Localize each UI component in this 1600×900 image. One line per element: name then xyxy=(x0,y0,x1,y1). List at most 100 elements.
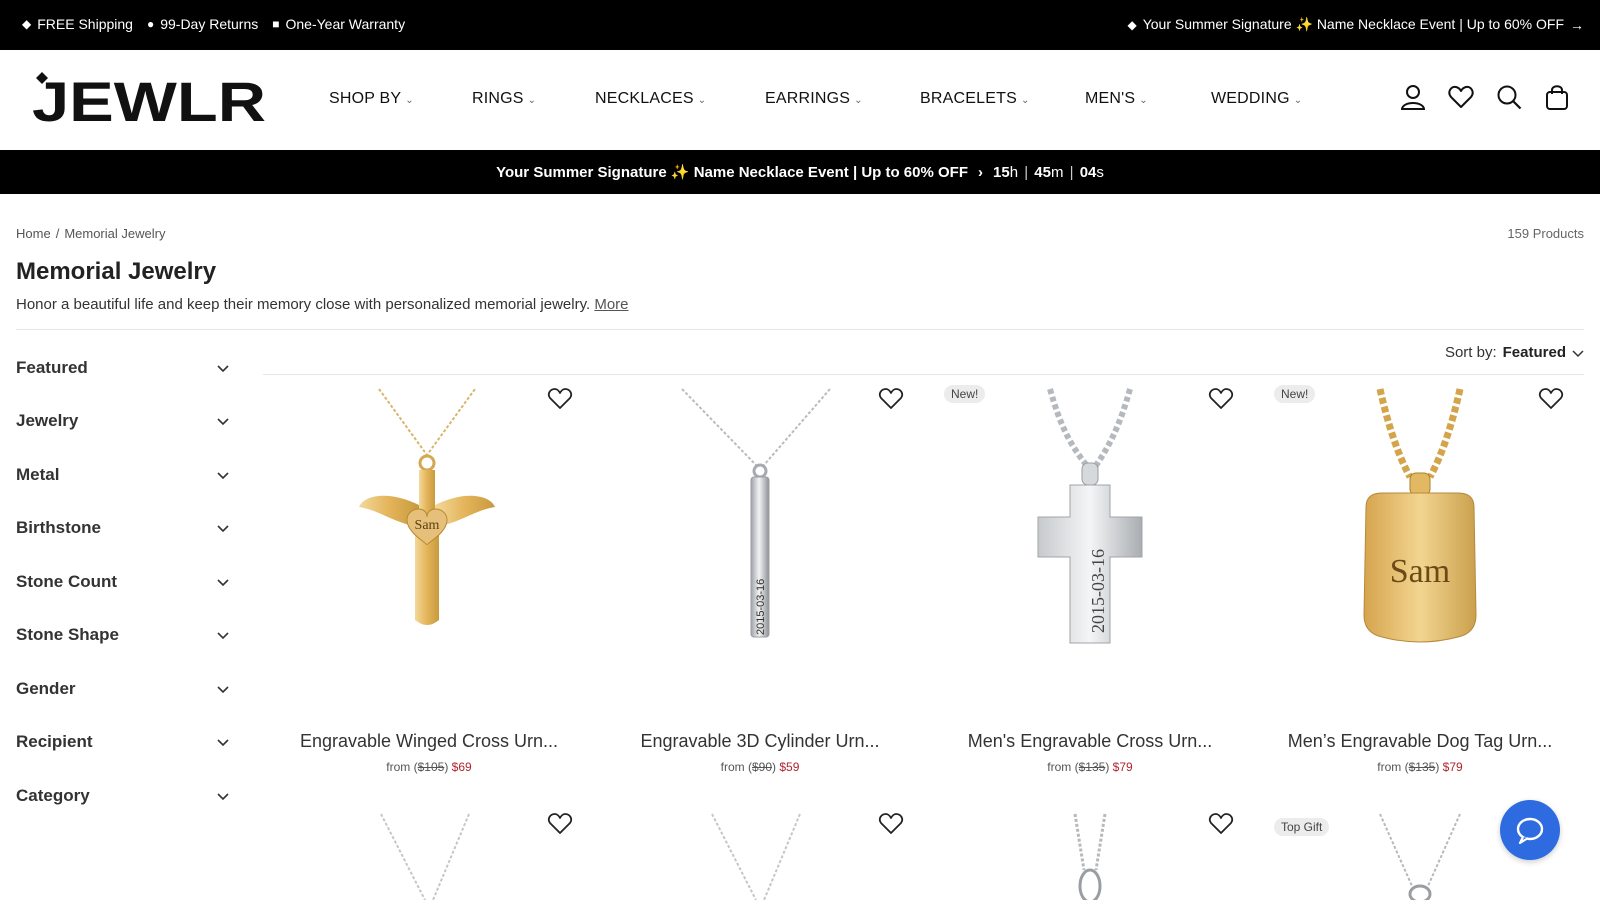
price-from: from ( xyxy=(1377,760,1409,774)
wishlist-icon[interactable] xyxy=(1448,83,1474,111)
product-name[interactable]: Engravable 3D Cylinder Urn... xyxy=(600,731,920,752)
promo-bar-event-link[interactable]: ◆ Your Summer Signature ✨ Name Necklace … xyxy=(1127,16,1584,33)
jewlr-logo[interactable]: JEWLR xyxy=(32,72,268,128)
filter-gender[interactable]: Gender xyxy=(16,662,230,716)
engraving-text: 2015-03-16 xyxy=(1088,549,1108,633)
nav-rings[interactable]: RINGS ⌄ xyxy=(472,90,595,108)
timer-seconds: 04 xyxy=(1079,163,1097,181)
chevron-down-icon xyxy=(217,418,229,426)
price-paren: ) xyxy=(1105,760,1110,774)
chat-support-button[interactable] xyxy=(1500,800,1560,860)
filter-sidebar: Featured Jewelry Metal Birthstone Stone … xyxy=(16,341,230,823)
product-image[interactable]: 2015-03-16 xyxy=(930,385,1250,715)
chevron-down-icon xyxy=(217,739,229,747)
product-name[interactable]: Engravable Winged Cross Urn... xyxy=(269,731,589,752)
nav-mens[interactable]: MEN'S ⌄ xyxy=(1085,90,1211,108)
event-text: Your Summer Signature ✨ Name Necklace Ev… xyxy=(496,164,968,181)
product-card[interactable] xyxy=(600,810,920,900)
product-image[interactable]: Sam xyxy=(1260,385,1580,715)
more-link[interactable]: More xyxy=(594,296,628,313)
timer-separator: | xyxy=(1024,163,1029,181)
sale-price: $59 xyxy=(779,760,800,774)
filter-metal[interactable]: Metal xyxy=(16,448,230,502)
filter-label: Featured xyxy=(16,357,88,377)
dot-icon: ● xyxy=(146,17,155,31)
product-image[interactable] xyxy=(600,810,920,900)
product-card[interactable] xyxy=(269,810,589,900)
chevron-down-icon: ⌄ xyxy=(527,94,537,106)
filter-label: Recipient xyxy=(16,732,93,752)
filter-stone-count[interactable]: Stone Count xyxy=(16,555,230,609)
chevron-down-icon xyxy=(217,365,229,372)
filter-category[interactable]: Category xyxy=(16,769,230,823)
divider xyxy=(16,329,1584,330)
wishlist-heart-icon[interactable] xyxy=(878,387,904,411)
price-from: from ( xyxy=(720,760,752,774)
wishlist-heart-icon[interactable] xyxy=(547,812,573,836)
page-description: Honor a beautiful life and keep their me… xyxy=(16,296,629,313)
filter-recipient[interactable]: Recipient xyxy=(16,716,230,770)
chevron-down-icon: ⌄ xyxy=(1293,94,1303,106)
chevron-down-icon xyxy=(217,472,229,479)
breadcrumb-current[interactable]: Memorial Jewelry xyxy=(64,226,165,241)
engraving-text: Sam xyxy=(1390,553,1450,590)
product-name[interactable]: Men’s Engravable Dog Tag Urn... xyxy=(1260,731,1580,752)
product-name[interactable]: Men's Engravable Cross Urn... xyxy=(930,731,1250,752)
product-price: from ($90) $59 xyxy=(600,760,920,774)
price-paren: ) xyxy=(1435,760,1440,774)
cart-icon[interactable] xyxy=(1544,83,1570,111)
breadcrumb-home[interactable]: Home xyxy=(16,226,51,241)
chevron-down-icon xyxy=(217,579,229,586)
filter-birthstone[interactable]: Birthstone xyxy=(16,502,230,556)
benefit-returns: ● 99-Day Returns xyxy=(147,16,258,32)
benefit-label: 99-Day Returns xyxy=(160,16,259,32)
original-price: $90 xyxy=(751,760,772,774)
product-image[interactable]: 2015-03-16 xyxy=(600,385,920,715)
product-card[interactable] xyxy=(930,810,1250,900)
chevron-down-icon xyxy=(217,686,229,693)
filter-stone-shape[interactable]: Stone Shape xyxy=(16,609,230,663)
nav-shop-by[interactable]: SHOP BY ⌄ xyxy=(329,90,472,108)
price-paren: ) xyxy=(772,760,776,774)
logo-text: JEWLR xyxy=(32,72,266,128)
nav-label: BRACELETS xyxy=(920,90,1017,107)
engraving-text: Sam xyxy=(415,518,440,533)
search-icon[interactable] xyxy=(1496,83,1522,111)
filter-label: Gender xyxy=(16,678,76,698)
sort-dropdown[interactable]: Sort by: Featured xyxy=(1445,344,1584,361)
product-image[interactable] xyxy=(930,810,1250,900)
product-image[interactable]: Sam xyxy=(269,385,589,715)
sale-price: $69 xyxy=(451,760,472,774)
nav-earrings[interactable]: EARRINGS ⌄ xyxy=(765,90,920,108)
header-actions xyxy=(1400,83,1570,111)
wishlist-heart-icon[interactable] xyxy=(1538,387,1564,411)
wishlist-heart-icon[interactable] xyxy=(878,812,904,836)
product-badge: New! xyxy=(944,385,986,403)
product-image[interactable] xyxy=(269,810,589,900)
wishlist-heart-icon[interactable] xyxy=(1208,812,1234,836)
timer-hours: 15 xyxy=(993,163,1010,181)
chevron-down-icon: ⌄ xyxy=(854,94,863,106)
chevron-down-icon: ⌄ xyxy=(405,94,414,106)
nav-wedding[interactable]: WEDDING ⌄ xyxy=(1211,90,1311,108)
nav-necklaces[interactable]: NECKLACES ⌄ xyxy=(595,90,765,108)
account-icon[interactable] xyxy=(1400,83,1426,111)
description-text: Honor a beautiful life and keep their me… xyxy=(16,296,591,313)
event-countdown-bar[interactable]: Your Summer Signature ✨ Name Necklace Ev… xyxy=(0,150,1600,194)
chevron-down-icon xyxy=(217,525,229,533)
promo-bar: ◆ FREE Shipping ● 99-Day Returns ■ One-Y… xyxy=(0,0,1600,50)
product-price: from ($135) $79 xyxy=(1260,760,1580,774)
price-paren: ) xyxy=(444,760,449,774)
filter-featured[interactable]: Featured xyxy=(16,341,230,395)
product-badge: New! xyxy=(1274,385,1316,403)
nav-bracelets[interactable]: BRACELETS ⌄ xyxy=(920,90,1085,108)
product-price: from ($105) $69 xyxy=(269,760,589,774)
nav-label: EARRINGS xyxy=(765,90,851,107)
filter-label: Stone Count xyxy=(16,571,118,591)
diamond-icon: ◆ xyxy=(22,17,32,31)
wishlist-heart-icon[interactable] xyxy=(547,387,573,411)
product-count: 159 Products xyxy=(1507,226,1584,241)
square-icon: ■ xyxy=(272,17,280,31)
wishlist-heart-icon[interactable] xyxy=(1208,387,1234,411)
filter-jewelry[interactable]: Jewelry xyxy=(16,395,230,449)
